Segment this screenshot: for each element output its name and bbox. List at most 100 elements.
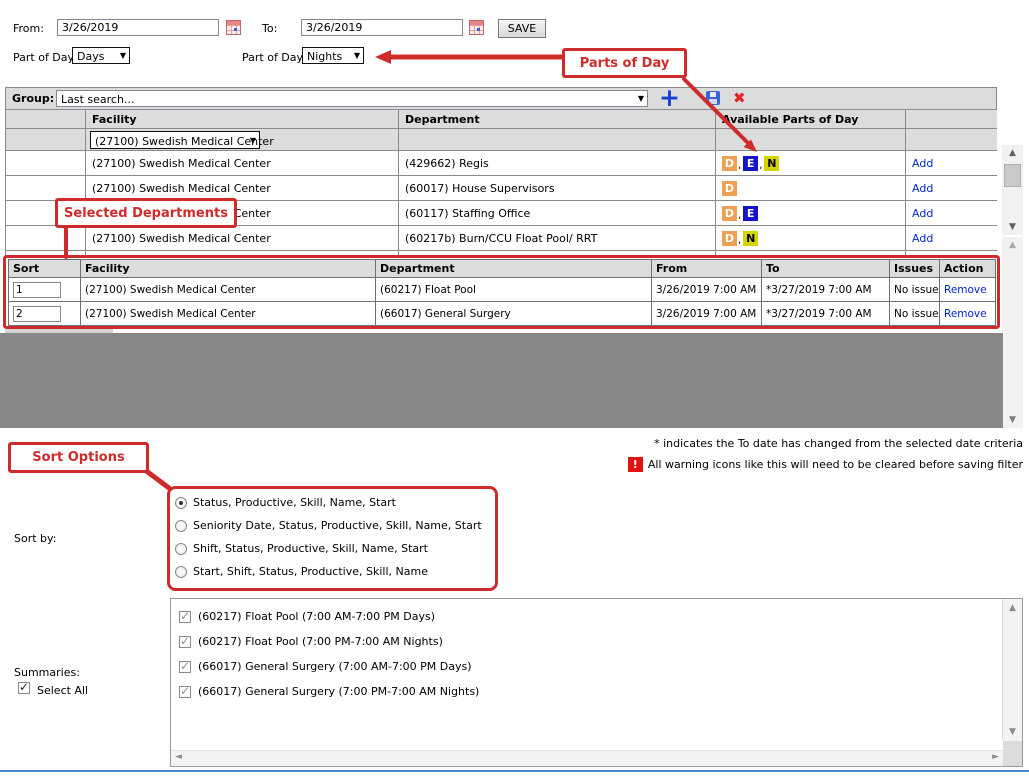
sort-by-option[interactable]: Seniority Date, Status, Productive, Skil… [175, 519, 482, 532]
summaries-vertical-scrollbar: ▲ ▼ [1002, 599, 1022, 741]
sort-order-input[interactable] [13, 306, 61, 322]
blank-cell [6, 176, 86, 201]
col-facility: Facility [81, 260, 376, 278]
facility-cell: (27100) Swedish Medical Center [86, 151, 399, 176]
scrollbar-thumb[interactable] [1004, 164, 1021, 187]
asterisk-note: * indicates the To date has changed from… [654, 437, 1023, 450]
department-cell: (60117) Staffing Office [399, 201, 716, 226]
facility-cell: (27100) Swedish Medical Center [86, 176, 399, 201]
from-date-input[interactable] [57, 19, 219, 36]
part-of-day-badge-n: N [743, 256, 758, 258]
summary-checkbox[interactable]: ✓ [179, 661, 191, 673]
department-cell: (60417) Transport Sched [399, 251, 716, 258]
selected-departments-table: Sort Facility Department From To Issues … [8, 259, 996, 326]
badge-separator: , [738, 160, 741, 171]
facility-cell: (27100) Swedish Medical Center [81, 278, 376, 302]
parts-of-day-badges: D [722, 181, 737, 194]
summary-item[interactable]: ✓ (66017) General Surgery (7:00 PM-7:00 … [179, 685, 479, 698]
sort-order-input[interactable] [13, 282, 61, 298]
scroll-up-icon[interactable]: ▲ [1003, 603, 1022, 613]
summary-item[interactable]: ✓ (66017) General Surgery (7:00 AM-7:00 … [179, 660, 472, 673]
scroll-left-icon[interactable]: ◄ [175, 752, 182, 762]
delete-group-icon[interactable]: ✖ [733, 89, 746, 107]
sort-by-option[interactable]: Status, Productive, Skill, Name, Start [175, 496, 396, 509]
group-select[interactable]: Last search... ▼ [56, 90, 648, 107]
facility-cell: (27100) Swedish Medical Center [81, 302, 376, 326]
parts-cell: D,N [716, 226, 906, 251]
radio-icon[interactable] [175, 497, 187, 509]
parts-of-day-badges: D,E [722, 206, 758, 219]
add-group-icon[interactable]: + [659, 85, 680, 110]
part-of-day-badge-d: D [722, 231, 737, 246]
badge-separator: , [759, 160, 762, 171]
part-of-day-select-left[interactable]: Days ▼ [72, 47, 130, 64]
departments-scrollbar: ▲ ▼ [1002, 145, 1023, 235]
scroll-down-icon[interactable]: ▼ [1003, 727, 1022, 737]
from-calendar-icon[interactable] [226, 20, 241, 35]
parts-of-day-badges: D,E,N [722, 156, 779, 169]
sort-by-option[interactable]: Start, Shift, Status, Productive, Skill,… [175, 565, 428, 578]
summary-item[interactable]: ✓ (60217) Float Pool (7:00 PM-7:00 AM Ni… [179, 635, 443, 648]
summary-checkbox[interactable]: ✓ [179, 611, 191, 623]
radio-icon[interactable] [175, 543, 187, 555]
save-button[interactable]: SAVE [498, 19, 546, 38]
scroll-down-icon[interactable]: ▼ [1002, 413, 1023, 427]
add-link[interactable]: Add [912, 207, 933, 220]
chevron-down-icon: ▼ [638, 94, 644, 103]
department-row: (27100) Swedish Medical Center (60017) H… [6, 176, 998, 201]
page-bottom-divider [0, 770, 1029, 772]
sort-by-option[interactable]: Shift, Status, Productive, Skill, Name, … [175, 542, 428, 555]
selected-departments-callout: Selected Departments [55, 198, 237, 228]
radio-icon[interactable] [175, 520, 187, 532]
action-cell: Add [906, 226, 998, 251]
facility-filter-select[interactable]: (27100) Swedish Medical Center ▼ [90, 131, 260, 149]
parts-cell: D,E,N [716, 151, 906, 176]
chevron-down-icon: ▼ [354, 51, 360, 60]
badge-separator: , [738, 210, 741, 221]
part-of-day-select-right[interactable]: Nights ▼ [302, 47, 364, 64]
radio-icon[interactable] [175, 566, 187, 578]
select-all-label[interactable]: Select All [37, 684, 88, 697]
action-cell: Add [906, 201, 998, 226]
warning-note-row: ! All warning icons like this will need … [628, 457, 1023, 472]
remove-link[interactable]: Remove [944, 284, 987, 296]
sort-by-label: Sort by: [14, 532, 56, 545]
add-link[interactable]: Add [912, 257, 933, 258]
add-link[interactable]: Add [912, 232, 933, 245]
summary-checkbox[interactable]: ✓ [179, 636, 191, 648]
summary-item[interactable]: ✓ (60217) Float Pool (7:00 AM-7:00 PM Da… [179, 610, 435, 623]
to-date-input[interactable] [301, 19, 463, 36]
to-cell: *3/27/2019 7:00 AM [762, 278, 890, 302]
scroll-right-icon[interactable]: ► [992, 752, 999, 762]
add-link[interactable]: Add [912, 157, 933, 170]
selected-header-row: Sort Facility Department From To Issues … [9, 260, 996, 278]
scroll-up-icon[interactable]: ▲ [1002, 238, 1023, 252]
col-action [906, 110, 998, 129]
from-cell: 3/26/2019 7:00 AM [652, 302, 762, 326]
blank-cell [6, 151, 86, 176]
chevron-down-icon: ▼ [250, 136, 256, 145]
from-cell: 3/26/2019 7:00 AM [652, 278, 762, 302]
parts-of-day-badges: D,N [722, 231, 758, 244]
part-of-day-label-left: Part of Day [13, 51, 74, 64]
scroll-up-icon[interactable]: ▲ [1002, 146, 1023, 160]
part-of-day-badge-n: N [764, 156, 779, 171]
department-row: (27100) Swedish Medical Center (429662) … [6, 151, 998, 176]
action-cell: Remove [940, 302, 996, 326]
scroll-down-icon[interactable]: ▼ [1002, 220, 1023, 234]
parts-cell: D,N [716, 251, 906, 258]
group-label: Group: [12, 92, 54, 105]
issues-cell: No issues [890, 302, 940, 326]
col-sort: Sort [9, 260, 81, 278]
parts-of-day-callout: Parts of Day [562, 48, 687, 78]
select-all-checkbox[interactable]: ✓ [18, 682, 30, 694]
summary-checkbox[interactable]: ✓ [179, 686, 191, 698]
save-group-floppy-icon[interactable] [706, 91, 720, 105]
add-link[interactable]: Add [912, 182, 933, 195]
parts-of-day-badges: D,N [722, 256, 758, 257]
sort-by-option-label: Status, Productive, Skill, Name, Start [193, 496, 396, 509]
department-cell: (60217) Float Pool [376, 278, 652, 302]
remove-link[interactable]: Remove [944, 308, 987, 320]
to-calendar-icon[interactable] [469, 20, 484, 35]
action-cell: Add [906, 151, 998, 176]
